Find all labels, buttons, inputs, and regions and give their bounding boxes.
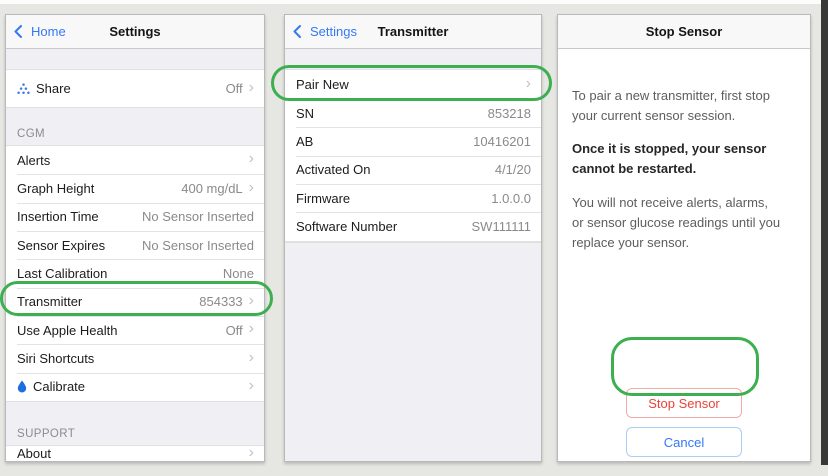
settings-screen: Home Settings (5, 14, 265, 462)
row-value: No Sensor Inserted (142, 209, 254, 224)
row-value: 400 mg/dL (181, 181, 242, 196)
row-label: Last Calibration (17, 266, 107, 281)
list-item-share[interactable]: Share Off (6, 70, 264, 107)
row-label: SN (296, 106, 314, 121)
row-label: Pair New (296, 77, 349, 92)
back-to-home-button[interactable]: Home (14, 15, 66, 48)
row-label: About (17, 446, 51, 461)
list-item-graph-height[interactable]: Graph Height 400 mg/dL (6, 174, 264, 202)
row-value: Off (226, 323, 243, 338)
warning-paragraph: Once it is stopped, your sensor cannot b… (572, 139, 782, 179)
list-item-about[interactable]: About (6, 445, 264, 461)
chevron-right-icon (249, 180, 254, 196)
screenshot-canvas: Home Settings (0, 0, 828, 476)
section-label: CGM (17, 128, 45, 140)
section-spacer (285, 49, 541, 69)
row-value: No Sensor Inserted (142, 238, 254, 253)
list-item-last-calibration[interactable]: Last Calibration None (6, 259, 264, 287)
back-label: Home (31, 24, 66, 39)
section-header-support: SUPPORT (6, 402, 264, 445)
row-label: Calibrate (33, 379, 85, 394)
list-item-siri-shortcuts[interactable]: Siri Shortcuts (6, 344, 264, 372)
list-item-sn[interactable]: SN 853218 (285, 99, 541, 127)
page-title: Settings (109, 24, 160, 39)
section-label: SUPPORT (17, 428, 75, 440)
cancel-button[interactable]: Cancel (626, 427, 742, 457)
info-paragraph: You will not receive alerts, alarms, or … (572, 193, 782, 253)
list-item-calibrate[interactable]: Calibrate (6, 373, 264, 401)
chevron-right-icon (249, 80, 254, 96)
back-to-settings-button[interactable]: Settings (293, 15, 357, 48)
chevron-right-icon (249, 293, 254, 309)
chevron-right-icon (249, 321, 254, 337)
list-item-use-apple-health[interactable]: Use Apple Health Off (6, 316, 264, 344)
stop-sensor-button[interactable]: Stop Sensor (626, 388, 742, 418)
chevron-right-icon (249, 151, 254, 167)
right-edge-bar (821, 0, 828, 465)
row-value: 10416201 (473, 134, 531, 149)
row-label: Sensor Expires (17, 238, 105, 253)
page-title: Stop Sensor (646, 24, 723, 39)
row-label: Share (36, 81, 71, 96)
list-item-sensor-expires[interactable]: Sensor Expires No Sensor Inserted (6, 231, 264, 259)
list-footer-area (285, 242, 541, 461)
list-item-software-number[interactable]: Software Number SW111111 (285, 212, 541, 240)
row-label: AB (296, 134, 313, 149)
row-label: Siri Shortcuts (17, 351, 94, 366)
row-label: Use Apple Health (17, 323, 117, 338)
transmitter-nav-bar: Settings Transmitter (285, 15, 541, 49)
chevron-right-icon (249, 350, 254, 366)
stop-sensor-body: To pair a new transmitter, first stop yo… (558, 49, 810, 461)
list-item-activated-on[interactable]: Activated On 4/1/20 (285, 156, 541, 184)
settings-nav-bar: Home Settings (6, 15, 264, 49)
row-label: Insertion Time (17, 209, 99, 224)
stop-sensor-nav-bar: Stop Sensor (558, 15, 810, 49)
list-item-pair-new[interactable]: Pair New (285, 70, 541, 99)
list-item-transmitter[interactable]: Transmitter 854333 (6, 288, 264, 316)
section-spacer (6, 49, 264, 69)
back-chevron-icon (293, 25, 301, 38)
row-value: Off (226, 81, 243, 96)
top-strip (0, 0, 821, 4)
row-value: 853218 (488, 106, 531, 121)
page-title: Transmitter (378, 24, 449, 39)
stop-sensor-screen: Stop Sensor To pair a new transmitter, f… (557, 14, 811, 462)
chevron-right-icon (526, 76, 531, 92)
list-item-alerts[interactable]: Alerts (6, 146, 264, 174)
list-item-insertion-time[interactable]: Insertion Time No Sensor Inserted (6, 203, 264, 231)
list-item-firmware[interactable]: Firmware 1.0.0.0 (285, 184, 541, 212)
row-label: Transmitter (17, 294, 82, 309)
chevron-right-icon (249, 445, 254, 461)
row-value: SW111111 (472, 219, 532, 234)
row-value: None (223, 266, 254, 281)
back-chevron-icon (14, 25, 22, 38)
share-dots-icon (17, 83, 30, 95)
row-value: 4/1/20 (495, 162, 531, 177)
list-item-ab[interactable]: AB 10416201 (285, 127, 541, 155)
water-drop-icon (17, 380, 27, 393)
row-label: Alerts (17, 153, 50, 168)
transmitter-screen: Settings Transmitter Pair New SN 853218 … (284, 14, 542, 462)
back-label: Settings (310, 24, 357, 39)
info-paragraph: To pair a new transmitter, first stop yo… (572, 86, 782, 126)
section-header-cgm: CGM (6, 108, 264, 145)
row-label: Firmware (296, 191, 350, 206)
row-label: Graph Height (17, 181, 94, 196)
row-label: Activated On (296, 162, 370, 177)
row-value: 1.0.0.0 (491, 191, 531, 206)
row-value: 854333 (199, 294, 242, 309)
row-label: Software Number (296, 219, 397, 234)
chevron-right-icon (249, 378, 254, 394)
